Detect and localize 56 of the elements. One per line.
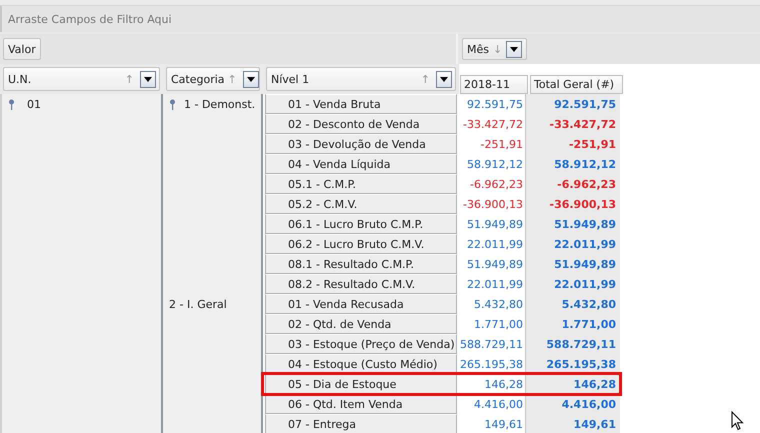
row-header-cell[interactable]: 05.1 - C.M.P. xyxy=(265,174,457,194)
row-header-cell[interactable]: 06.2 - Lucro Bruto C.M.V. xyxy=(265,234,457,254)
row-field-header[interactable]: U.N. ↑ xyxy=(3,67,160,91)
row-header-cell[interactable]: 05 - Dia de Estoque xyxy=(265,374,457,394)
total-cell: -6.962,23 xyxy=(525,174,620,194)
mouse-pointer-icon xyxy=(731,411,744,431)
column-header[interactable]: Total Geral (#) xyxy=(530,75,623,94)
caret-icon xyxy=(246,76,255,82)
caret-icon xyxy=(510,46,518,52)
row-header-cell[interactable]: 05.2 - C.M.V. xyxy=(265,194,457,214)
total-cell: 1.771,00 xyxy=(525,314,620,334)
column-header[interactable]: 2018-11 xyxy=(460,75,528,94)
group-label: 01 xyxy=(27,98,41,111)
category-label: 1 - Demonst. xyxy=(184,98,256,111)
filter-drop-area[interactable]: Arraste Campos de Filtro Aqui xyxy=(0,5,760,32)
total-cell: 146,28 xyxy=(525,374,620,394)
row-field-header[interactable]: Categoria ↑ xyxy=(166,67,260,91)
row-header-cell[interactable]: 04 - Venda Líquida xyxy=(265,154,457,174)
row-header-cell[interactable]: 03 - Devolução de Venda xyxy=(265,134,457,154)
dropdown-button[interactable] xyxy=(140,70,156,88)
total-cell: 5.432,80 xyxy=(525,294,620,314)
row-header-cell[interactable]: 01 - Venda Bruta xyxy=(265,94,457,114)
category-label: 2 - I. Geral xyxy=(169,298,227,311)
row-header-cell[interactable]: 04 - Estoque (Custo Médio) xyxy=(265,354,457,374)
dropdown-button[interactable] xyxy=(506,40,522,58)
row-header-cell[interactable]: 02 - Desconto de Venda xyxy=(265,114,457,134)
total-cell: -33.427,72 xyxy=(525,114,620,134)
pin-icon[interactable] xyxy=(169,99,176,110)
row-header-cell[interactable]: 01 - Venda Recusada xyxy=(265,294,457,314)
total-cell: 4.416,00 xyxy=(525,394,620,414)
total-cell: 51.949,89 xyxy=(525,214,620,234)
row-header-cell[interactable]: 03 - Estoque (Preço de Venda) xyxy=(265,334,457,354)
row-header-cell[interactable]: 08.2 - Resultado C.M.V. xyxy=(265,274,457,294)
row-field-header[interactable]: Nível 1 ↑ xyxy=(266,67,456,91)
row-header-cell[interactable]: 07 - Entrega xyxy=(265,414,457,433)
total-cell: -251,91 xyxy=(525,134,620,154)
total-cell: 58.912,12 xyxy=(525,154,620,174)
row-header-cell[interactable]: 08.1 - Resultado C.M.P. xyxy=(265,254,457,274)
row-header-cell[interactable]: 02 - Qtd. de Venda xyxy=(265,314,457,334)
total-cell: 92.591,75 xyxy=(525,94,620,114)
total-cell: -36.900,13 xyxy=(525,194,620,214)
total-cell: 22.011,99 xyxy=(525,234,620,254)
total-cell: 265.195,38 xyxy=(525,354,620,374)
column-field-chip[interactable]: Mês ↓ xyxy=(462,38,528,60)
caret-icon xyxy=(144,76,152,82)
pin-icon[interactable] xyxy=(8,99,15,110)
dropdown-button[interactable] xyxy=(436,70,452,88)
caret-icon xyxy=(440,76,448,82)
dropdown-button[interactable] xyxy=(242,70,259,88)
data-field-chip[interactable]: Valor xyxy=(3,38,41,60)
total-cell: 51.949,89 xyxy=(525,254,620,274)
row-header-cell[interactable]: 06.1 - Lucro Bruto C.M.P. xyxy=(265,214,457,234)
total-cell: 588.729,11 xyxy=(525,334,620,354)
row-header-cell[interactable]: 06 - Qtd. Item Venda xyxy=(265,394,457,414)
total-cell: 22.011,99 xyxy=(525,274,620,294)
total-cell: 149,61 xyxy=(525,414,620,433)
